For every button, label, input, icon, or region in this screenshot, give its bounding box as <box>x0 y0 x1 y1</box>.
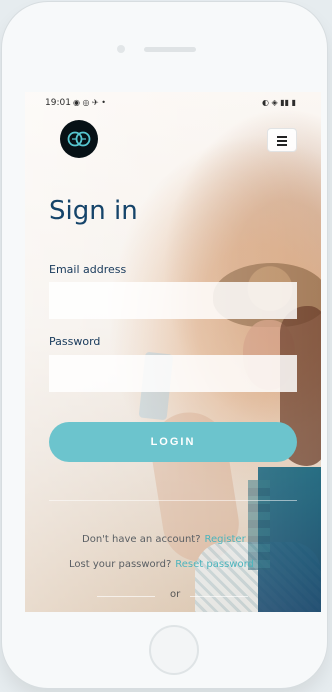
or-divider-right <box>190 596 248 597</box>
page-title: Sign in <box>49 196 138 226</box>
speaker-grill <box>144 47 196 52</box>
status-signal-icons: ◐ ◈ ▮▮ ▮ <box>262 98 296 107</box>
register-prompt: Don't have an account? Register <box>82 534 246 545</box>
login-button[interactable]: LOGIN <box>49 422 297 462</box>
front-camera <box>117 45 125 53</box>
status-time: 19:01 <box>45 98 71 108</box>
form-separator <box>49 500 297 501</box>
lost-password-prompt-text: Lost your password? <box>69 559 172 570</box>
brand-logo-icon <box>67 131 91 147</box>
app-screen: 19:01 ◉ ◎ ✈ • ◐ ◈ ▮▮ ▮ Sign in Email add… <box>25 92 321 612</box>
lost-password-prompt: Lost your password? Reset password <box>69 559 254 570</box>
or-divider-left <box>97 596 155 597</box>
register-prompt-text: Don't have an account? <box>82 534 201 545</box>
register-link[interactable]: Register <box>205 534 246 545</box>
menu-icon-line-middle <box>277 140 287 142</box>
email-field[interactable] <box>49 282 297 319</box>
reset-password-link[interactable]: Reset password <box>175 559 254 570</box>
home-button[interactable] <box>149 625 199 675</box>
or-label: or <box>170 589 181 600</box>
status-bar: 19:01 ◉ ◎ ✈ • ◐ ◈ ▮▮ ▮ <box>25 92 321 114</box>
brand-logo <box>60 120 98 158</box>
password-label: Password <box>49 335 101 348</box>
menu-icon-line-bottom <box>277 144 287 146</box>
menu-button[interactable] <box>267 128 297 152</box>
status-notification-icons: ◉ ◎ ✈ • <box>73 98 107 107</box>
password-field[interactable] <box>49 355 297 392</box>
menu-icon-line-top <box>277 136 287 138</box>
email-label: Email address <box>49 263 127 276</box>
phone-frame: 19:01 ◉ ◎ ✈ • ◐ ◈ ▮▮ ▮ Sign in Email add… <box>2 2 327 688</box>
